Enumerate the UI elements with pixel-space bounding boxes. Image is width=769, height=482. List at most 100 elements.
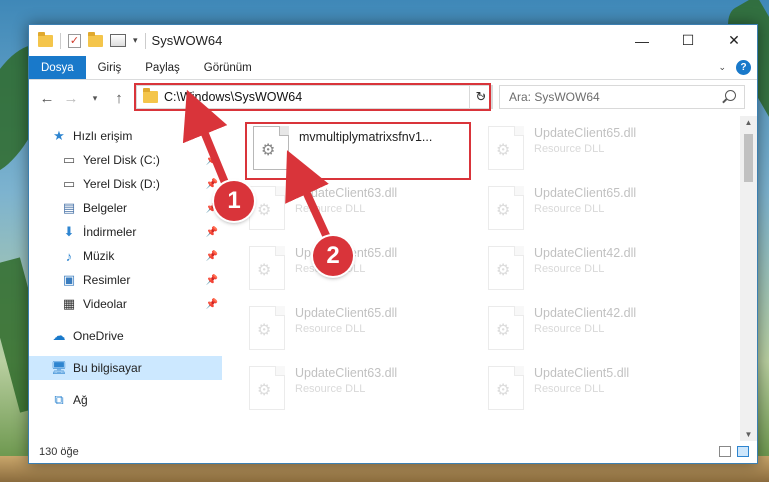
documents-icon: ▤	[62, 200, 76, 215]
search-icon[interactable]	[725, 90, 736, 101]
drive-icon: ▭	[62, 152, 76, 167]
file-type: Resource DLL	[534, 143, 605, 155]
tiles-view-icon[interactable]	[737, 446, 749, 457]
nav-item-pictures[interactable]: ▣ Resimler 📌	[29, 268, 222, 292]
dll-file-icon: ⚙	[488, 246, 524, 290]
file-tile[interactable]: ⚙ UpdateClient42.dll Resource DLL	[488, 242, 713, 298]
nav-item-downloads[interactable]: ⬇ İndirmeler 📌	[29, 220, 222, 244]
file-tile[interactable]: ⚙ UpdateClient5.dll Resource DLL	[488, 362, 713, 418]
title-bar: ✓ ▾ SysWOW64 — ☐ ✕	[29, 25, 757, 56]
file-tile[interactable]: ⚙ UpdateClient65.dllResource DLL	[249, 302, 474, 358]
file-name: mvmultiplymatrixsfnv1...	[299, 130, 433, 144]
gear-icon: ⚙	[496, 142, 511, 159]
pin-icon[interactable]: 📌	[206, 299, 218, 310]
nav-network[interactable]: ⧉ Ağ	[29, 388, 222, 412]
callout-1: 1	[214, 181, 254, 221]
pin-icon[interactable]: 📌	[206, 227, 218, 238]
file-type: Resource DLL	[534, 323, 605, 335]
help-icon[interactable]: ?	[736, 60, 751, 75]
nav-item-local-disk-c[interactable]: ▭ Yerel Disk (C:) 📌	[29, 148, 222, 172]
file-text: UpdateClient42.dll Resource DLL	[534, 302, 636, 335]
pin-icon[interactable]: 📌	[206, 275, 218, 286]
callout-2: 2	[313, 236, 353, 276]
file-name: UpdateClient5.dll	[534, 366, 630, 380]
downloads-icon: ⬇	[63, 224, 75, 239]
search-placeholder: Ara: SysWOW64	[509, 90, 600, 104]
nav-item-documents[interactable]: ▤ Belgeler 📌	[29, 196, 222, 220]
scroll-down-icon[interactable]: ▼	[740, 430, 757, 439]
file-text: UpdateClient42.dll Resource DLL	[534, 242, 636, 275]
forward-arrow-icon[interactable]: →	[59, 90, 83, 107]
tab-share[interactable]: Paylaş	[133, 56, 192, 79]
new-folder-icon[interactable]	[88, 31, 103, 47]
details-view-icon[interactable]	[719, 446, 731, 457]
nav-onedrive[interactable]: ☁ OneDrive	[29, 324, 222, 348]
nav-label: Bu bilgisayar	[73, 361, 142, 375]
scrollbar-thumb[interactable]	[744, 134, 753, 182]
expand-ribbon-icon[interactable]: ⌄	[718, 62, 726, 73]
pin-icon[interactable]: 📌	[206, 251, 218, 262]
file-text: UpdateClient63.dll Resource DLL	[295, 182, 397, 215]
nav-item-music[interactable]: ♪ Müzik 📌	[29, 244, 222, 268]
search-input[interactable]: Ara: SysWOW64	[499, 85, 745, 109]
nav-quick-access[interactable]: ★ Hızlı erişim	[29, 124, 222, 148]
file-name: UpdateClient65.dll	[534, 186, 637, 200]
address-path[interactable]: C:\Windows\SysWOW64	[164, 90, 302, 104]
view-toggle	[719, 446, 749, 457]
nav-label: İndirmeler	[83, 225, 137, 239]
drive-icon: ▭	[62, 176, 76, 191]
file-name: UpdateClient42.dll	[534, 306, 637, 320]
nav-item-local-disk-d[interactable]: ▭ Yerel Disk (D:) 📌	[29, 172, 222, 196]
gear-icon: ⚙	[261, 142, 276, 159]
dll-file-icon: ⚙	[488, 366, 524, 410]
gear-icon: ⚙	[496, 262, 511, 279]
gear-icon: ⚙	[496, 202, 511, 219]
file-tile[interactable]: ⚙ UpdateClient65.dll Resource DLL	[488, 182, 713, 238]
computer-icon: 🖥	[50, 360, 68, 375]
pin-icon[interactable]: 📌	[206, 179, 218, 190]
address-bar[interactable]: C:\Windows\SysWOW64 ⌄	[136, 85, 492, 109]
file-tile-focused[interactable]: ⚙ mvmultiplymatrixsfnv1...	[245, 122, 471, 180]
videos-icon: ▦	[62, 296, 76, 311]
tab-file[interactable]: Dosya	[29, 56, 86, 79]
scroll-up-icon[interactable]: ▲	[740, 118, 757, 127]
file-name: UpdateClient65.dll	[295, 306, 398, 320]
folder-icon	[38, 31, 53, 47]
file-type: Resource DLL	[534, 203, 605, 215]
toolbar-separator	[60, 32, 61, 49]
refresh-icon[interactable]: ↻	[469, 85, 493, 109]
file-tile[interactable]: ⚙ UpdateClient63.dll Resource DLL	[249, 182, 474, 238]
pin-icon[interactable]: 📌	[206, 155, 218, 166]
close-button[interactable]: ✕	[711, 25, 757, 56]
gear-icon: ⚙	[496, 382, 511, 399]
nav-label: Yerel Disk (C:)	[83, 153, 160, 167]
dll-file-icon: ⚙	[249, 186, 285, 230]
ribbon-right: ⌄ ?	[718, 60, 751, 75]
properties-icon[interactable]	[110, 34, 126, 47]
file-tile[interactable]: ⚙ UpdateClient65.dllResource DLL	[249, 242, 474, 298]
vertical-scrollbar[interactable]: ▲ ▼	[740, 116, 757, 441]
tab-home[interactable]: Giriş	[86, 56, 134, 79]
nav-this-pc[interactable]: 🖥 Bu bilgisayar	[29, 356, 222, 380]
maximize-button[interactable]: ☐	[665, 25, 711, 56]
file-tile[interactable]: ⚙ UpdateClient65.dllResource DLL	[488, 122, 713, 178]
recent-locations-icon[interactable]: ▾	[83, 93, 107, 104]
nav-label: OneDrive	[73, 329, 124, 343]
minimize-button[interactable]: —	[619, 25, 665, 56]
nav-label: Müzik	[83, 249, 115, 263]
customize-toolbar-icon[interactable]: ▾	[133, 35, 138, 46]
dll-file-icon: ⚙	[249, 306, 285, 350]
file-tile[interactable]: ⚙ UpdateClient63.dll Resource DLL	[249, 362, 474, 418]
up-arrow-icon[interactable]: ↑	[107, 90, 131, 107]
file-tile[interactable]: ⚙ UpdateClient42.dll Resource DLL	[488, 302, 713, 358]
file-name: UpdateClient63.dll	[295, 366, 398, 380]
back-arrow-icon[interactable]: ←	[35, 90, 59, 107]
gear-icon: ⚙	[496, 322, 511, 339]
quick-access-toolbar: ✓ ▾	[29, 31, 146, 49]
properties-check-icon[interactable]: ✓	[68, 33, 81, 48]
dll-file-icon: ⚙	[488, 126, 524, 170]
nav-item-videos[interactable]: ▦ Videolar 📌	[29, 292, 222, 316]
music-icon: ♪	[65, 248, 73, 264]
tab-view[interactable]: Görünüm	[192, 56, 264, 79]
